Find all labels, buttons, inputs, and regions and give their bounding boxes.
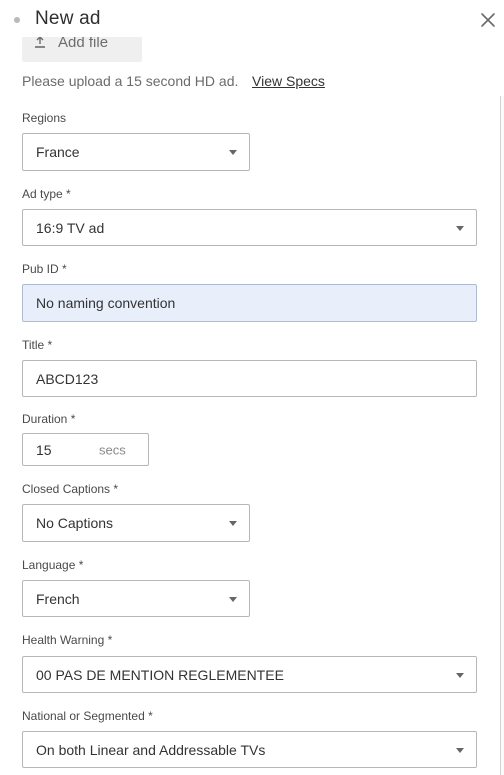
closed-captions-select[interactable]: No Captions xyxy=(22,504,250,542)
closed-captions-value: No Captions xyxy=(36,515,114,531)
chevron-down-icon xyxy=(229,150,237,155)
health-warning-label: Health Warning * xyxy=(22,633,113,647)
closed-captions-label: Closed Captions * xyxy=(22,482,119,496)
ad-type-label: Ad type * xyxy=(22,187,71,201)
chevron-down-icon xyxy=(456,225,464,231)
upload-icon xyxy=(35,36,45,48)
language-value: French xyxy=(36,590,80,607)
upload-hint: Please upload a 15 second HD ad. xyxy=(22,73,239,89)
chevron-down-icon xyxy=(456,672,464,678)
pub-id-field[interactable]: No naming convention xyxy=(22,284,477,322)
national-segmented-value: On both Linear and Addressable TVs xyxy=(36,741,266,758)
add-file-button[interactable]: Add file xyxy=(22,26,142,62)
duration-label: Duration * xyxy=(22,412,76,426)
regions-label: Regions xyxy=(22,111,67,125)
duration-input[interactable]: 15 secs xyxy=(22,433,149,466)
view-specs-link[interactable]: View Specs xyxy=(252,73,325,89)
duration-unit: secs xyxy=(99,442,126,457)
page-title-overlay: New ad xyxy=(35,8,101,29)
ad-type-value: 16:9 TV ad xyxy=(36,219,105,236)
duration-value: 15 xyxy=(36,441,52,458)
close-button[interactable] xyxy=(479,11,497,29)
title-label: Title * xyxy=(22,338,53,352)
add-file-label: Add file xyxy=(58,34,109,51)
health-warning-value: 00 PAS DE MENTION REGLEMENTEE xyxy=(36,666,284,683)
chevron-down-icon xyxy=(229,596,237,602)
regions-select[interactable]: France xyxy=(22,133,250,171)
chevron-down-icon xyxy=(229,521,237,526)
language-select[interactable]: French xyxy=(22,580,250,617)
pub-id-label: Pub ID * xyxy=(22,262,67,276)
title-value: ABCD123 xyxy=(36,370,99,387)
national-segmented-label: National or Segmented * xyxy=(22,709,153,723)
scrollbar[interactable] xyxy=(500,96,504,775)
national-segmented-select[interactable]: On both Linear and Addressable TVs xyxy=(22,731,477,768)
pub-id-value: No naming convention xyxy=(36,295,176,311)
regions-value: France xyxy=(36,144,80,160)
language-label: Language * xyxy=(22,558,84,572)
close-icon xyxy=(481,13,495,27)
title-input[interactable]: ABCD123 xyxy=(22,360,477,397)
chevron-down-icon xyxy=(456,747,464,753)
ad-type-select[interactable]: 16:9 TV ad xyxy=(22,209,477,246)
status-dot-overlay xyxy=(14,17,20,23)
health-warning-select[interactable]: 00 PAS DE MENTION REGLEMENTEE xyxy=(22,656,477,693)
